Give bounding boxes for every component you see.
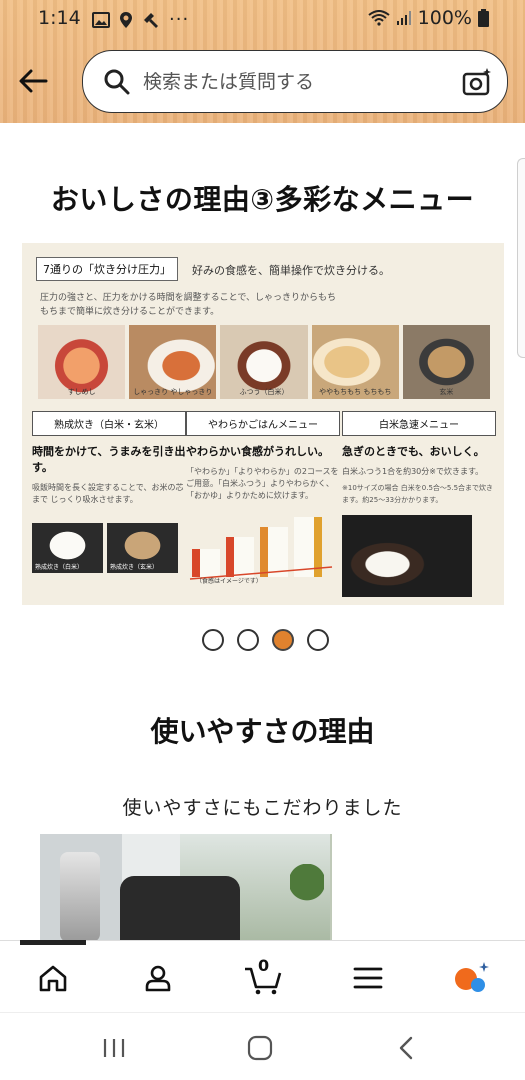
- carousel-indicator: [202, 629, 329, 651]
- section-title-menu: おいしさの理由③多彩なメニュー: [50, 183, 475, 216]
- feature-column: 熟成炊き（白米・玄米） 時間をかけて、うまみを引き出す。 吸飯時間を長く設定する…: [32, 411, 186, 601]
- location-icon: [120, 11, 132, 28]
- utensil-holder: [60, 852, 100, 942]
- nav-assistant[interactable]: [446, 953, 496, 1003]
- plant-image: [290, 864, 324, 924]
- food-image: 玄米: [402, 325, 491, 399]
- feature-headline: 急ぎのときでも、おいしく。: [342, 445, 485, 458]
- cart-count-badge: 0: [258, 956, 270, 975]
- arrow-left-icon: [19, 69, 48, 93]
- nav-menu[interactable]: [343, 953, 393, 1003]
- status-right-icons: 100%: [368, 7, 489, 29]
- food-image: しゃっきり やしゃっきり: [129, 325, 217, 399]
- panel-title-side: 好みの食感を、簡単操作で炊き分ける。: [192, 264, 390, 277]
- food-image: すしめし: [38, 325, 126, 399]
- feature-header: 熟成炊き（白米・玄米）: [32, 411, 186, 436]
- feature-headline: 時間をかけて、うまみを引き出す。: [32, 445, 186, 474]
- rice-caption: 熟成炊き（玄米）: [110, 564, 159, 571]
- home-icon: [39, 965, 67, 992]
- carousel-dot[interactable]: [237, 629, 259, 651]
- system-back-button[interactable]: [386, 1031, 426, 1065]
- food-image-row: すしめし しゃっきり やしゃっきり ふつう（白米） ややもちもち もちもち 玄米: [38, 325, 491, 399]
- image-icon: [92, 11, 110, 28]
- section-subtitle: 使いやすさにもこだわりました: [122, 797, 403, 819]
- back-button[interactable]: [16, 64, 50, 98]
- recent-apps-icon: [103, 1039, 125, 1057]
- search-input[interactable]: [143, 65, 443, 99]
- softness-chart: （食感はイメージです）: [189, 517, 333, 585]
- status-bar: 1:14 ··· 100%: [0, 0, 525, 38]
- product-image-panel[interactable]: 7通りの「炊き分け圧力」 好みの食感を、簡単操作で炊き分ける。 圧力の強さと、圧…: [22, 243, 504, 605]
- carousel-dot[interactable]: [307, 629, 329, 651]
- feature-note: ※10サイズの場合 白米を0.5合〜5.5合まで炊きます。約25〜33分かかりま…: [342, 484, 494, 504]
- nav-account[interactable]: [133, 953, 183, 1003]
- carousel-dot-active[interactable]: [272, 629, 294, 651]
- rice-cooker-image: [120, 876, 240, 942]
- hammer-icon: [144, 12, 158, 28]
- wifi-icon: [368, 10, 390, 26]
- softness-label-bar: [226, 537, 234, 577]
- feature-header: 白米急速メニュー: [342, 411, 496, 436]
- food-caption: ふつう（白米）: [239, 388, 289, 396]
- food-caption: 玄米: [439, 388, 454, 396]
- food-caption: ややもちもち もちもち: [319, 388, 392, 396]
- feature-column: やわらかごはんメニュー やわらかい食感がうれしい。 「やわらか」「よりやわらか」…: [186, 411, 340, 601]
- battery-percentage: 100%: [417, 7, 472, 29]
- system-home-button[interactable]: [240, 1031, 280, 1065]
- carousel-dot[interactable]: [202, 629, 224, 651]
- rice-image: 熟成炊き（玄米）: [107, 523, 178, 573]
- status-time: 1:14: [38, 7, 81, 29]
- search-icon: [104, 69, 130, 95]
- softness-label-bar: [192, 549, 200, 577]
- panel-title: 7通りの「炊き分け圧力」: [36, 257, 178, 281]
- meal-image: [342, 515, 472, 597]
- bottom-navigation: 0: [0, 940, 525, 1012]
- food-caption: しゃっきり やしゃっきり: [133, 388, 213, 396]
- feature-text: 「やわらか」「よりやわらか」の2コースをご用意。「白米ふつう」よりやわらかく、「…: [186, 467, 339, 500]
- panel-description: 圧力の強さと、圧力をかける時間を調整することで、しゃっきりからもちもちまで簡単に…: [40, 293, 337, 317]
- food-image: ふつう（白米）: [220, 325, 308, 399]
- food-image: ややもちもち もちもち: [311, 325, 399, 399]
- softness-label-bar: [260, 527, 268, 577]
- feature-header: やわらかごはんメニュー: [186, 411, 340, 436]
- section-title-usability: 使いやすさの理由: [150, 715, 375, 748]
- battery-icon: [478, 9, 489, 27]
- rice-image: 熟成炊き（白米）: [32, 523, 103, 573]
- rice-images: 熟成炊き（白米） 熟成炊き（玄米）: [32, 523, 178, 573]
- signal-icon: [396, 11, 411, 25]
- feature-column: 白米急速メニュー 急ぎのときでも、おいしく。 白米ふつう1合を約30分※で炊きま…: [342, 411, 496, 601]
- feature-headline: やわらかい食感がうれしい。: [186, 445, 329, 458]
- active-tab-indicator: [20, 940, 86, 945]
- search-bar[interactable]: [82, 50, 508, 113]
- feature-text: 白米ふつう1合を約30分※で炊きます。: [342, 467, 484, 476]
- nav-cart[interactable]: 0: [238, 953, 288, 1003]
- assistant-icon: [455, 962, 489, 992]
- recent-apps-button[interactable]: [94, 1031, 134, 1065]
- food-caption: すしめし: [67, 388, 96, 396]
- home-button-icon: [247, 1035, 273, 1061]
- product-photo[interactable]: [40, 834, 332, 942]
- back-icon: [399, 1036, 413, 1060]
- rice-caption: 熟成炊き（白米）: [35, 564, 84, 571]
- status-left-icons: ···: [92, 9, 189, 30]
- feature-text: 吸飯時間を長く設定することで、お米の芯まで じっくり吸水させます。: [32, 483, 184, 504]
- system-navigation-bar: [0, 1012, 525, 1080]
- app-header: 1:14 ··· 100%: [0, 0, 525, 123]
- softness-note: （食感はイメージです）: [196, 577, 262, 585]
- camera-lens-icon[interactable]: [461, 66, 493, 98]
- more-dots-icon: ···: [169, 9, 190, 30]
- account-icon: [145, 965, 171, 992]
- menu-icon: [353, 967, 383, 989]
- nav-home[interactable]: [28, 953, 78, 1003]
